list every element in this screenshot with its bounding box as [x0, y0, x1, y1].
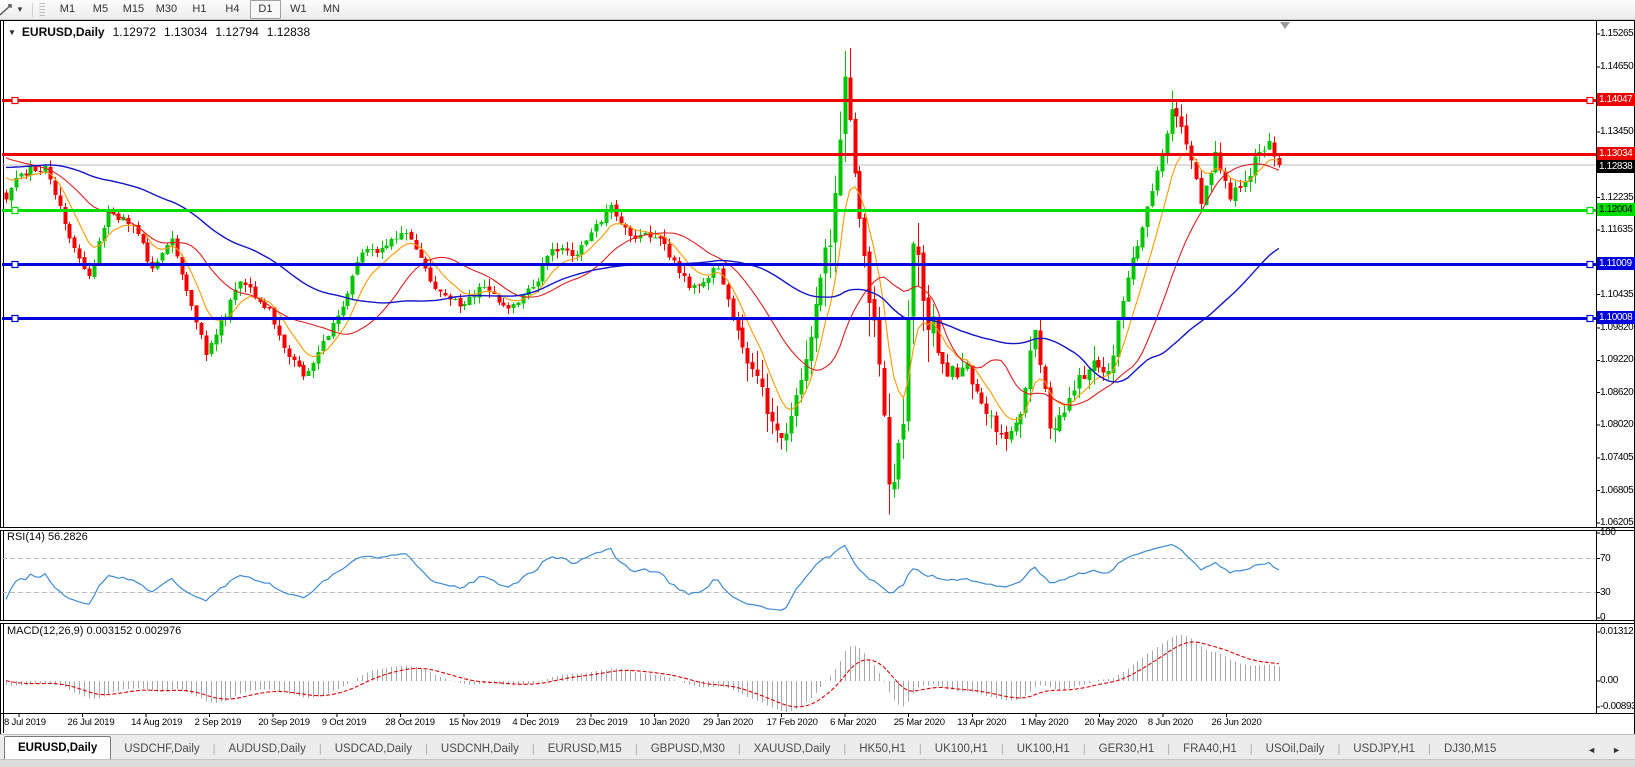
- rsi-line: [6, 545, 1279, 611]
- bull-candle-wicks: [12, 51, 1270, 498]
- mt4-application: { "toolbar": { "timeframes": ["M1","M5",…: [0, 0, 1635, 767]
- line-handle[interactable]: [12, 208, 18, 214]
- ma-line-sma50: [6, 165, 1279, 382]
- line-handle[interactable]: [1587, 98, 1593, 104]
- date-tick-label: 8 Jun 2020: [1148, 717, 1193, 728]
- line-handle[interactable]: [12, 262, 18, 268]
- date-tick-label: 20 Sep 2019: [258, 717, 310, 728]
- price-tick-label: 1.15265: [1600, 28, 1634, 40]
- date-tick-label: 13 Apr 2020: [957, 717, 1006, 728]
- date-tick-label: 6 Mar 2020: [830, 717, 876, 728]
- date-tick-label: 26 Jun 2020: [1211, 717, 1261, 728]
- chart-tab-usdcnh-daily[interactable]: USDCNH,Daily: [428, 739, 532, 760]
- ma-line-sma20: [6, 158, 1279, 405]
- price-label-1.12004: 1.12004: [1597, 203, 1635, 216]
- price-tick-label: 1.07405: [1600, 452, 1634, 464]
- macd-indicator-label: MACD(12,26,9) 0.003152 0.002976: [7, 625, 181, 637]
- chart-tab-uk100-h1[interactable]: UK100,H1: [922, 739, 1001, 760]
- rsi-tick-label: 30: [1600, 587, 1634, 599]
- price-tick-label: 1.06805: [1600, 485, 1634, 497]
- date-tick-label: 28 Oct 2019: [385, 717, 435, 728]
- line-handle[interactable]: [1587, 262, 1593, 268]
- price-tick-label: 1.11635: [1600, 224, 1634, 236]
- date-tick-label: 9 Oct 2019: [322, 717, 366, 728]
- line-handle[interactable]: [1587, 208, 1593, 214]
- tab-scroll-left-icon[interactable]: ◄: [1587, 745, 1596, 755]
- chart-tab-dj30-m15[interactable]: DJ30,M15: [1431, 739, 1509, 760]
- price-label-1.14047: 1.14047: [1597, 93, 1635, 106]
- date-tick-label: 26 Jul 2019: [68, 717, 115, 728]
- symbol-period-label: EURUSD,Daily: [22, 25, 105, 39]
- line-handle[interactable]: [12, 316, 18, 322]
- chart-tab-bar: EURUSD,DailyUSDCHF,Daily|AUDUSD,Daily|US…: [0, 734, 1635, 760]
- price-tick-label: 1.08020: [1600, 419, 1634, 431]
- title-collapse-icon[interactable]: ▼: [8, 28, 16, 37]
- price-tick-label: 1.14650: [1600, 61, 1634, 73]
- date-tick-label: 25 Mar 2020: [894, 717, 945, 728]
- macd-histogram: [7, 635, 1280, 712]
- macd-tick-label: 0.013123: [1600, 626, 1634, 638]
- ohlc-open: 1.12972: [113, 25, 156, 39]
- line-handle[interactable]: [12, 98, 18, 104]
- bear-candle-wicks: [7, 48, 1280, 515]
- ohlc-low: 1.12794: [215, 25, 258, 39]
- date-tick-label: 4 Dec 2019: [512, 717, 559, 728]
- chart-title: ▼ EURUSD,Daily 1.12972 1.13034 1.12794 1…: [8, 25, 310, 39]
- chart-tab-usdcad-daily[interactable]: USDCAD,Daily: [322, 739, 425, 760]
- date-tick-label: 23 Dec 2019: [576, 717, 628, 728]
- chart-tab-hk50-h1[interactable]: HK50,H1: [846, 739, 919, 760]
- rsi-tick-label: 0: [1600, 612, 1634, 624]
- price-tick-label: 1.09220: [1600, 354, 1634, 366]
- rsi-tick-label: 100: [1600, 527, 1634, 539]
- chart-tab-xauusd-daily[interactable]: XAUUSD,Daily: [741, 739, 844, 760]
- date-tick-label: 29 Jan 2020: [703, 717, 753, 728]
- date-tick-label: 10 Jan 2020: [640, 717, 690, 728]
- date-tick-label: 1 May 2020: [1021, 717, 1069, 728]
- ohlc-close: 1.12838: [267, 25, 310, 39]
- price-tick-label: 1.10435: [1600, 289, 1634, 301]
- price-tick-label: 1.13450: [1600, 126, 1634, 138]
- price-label-1.11009: 1.11009: [1597, 257, 1635, 270]
- rsi-tick-label: 70: [1600, 553, 1634, 565]
- price-tick-label: 1.12235: [1600, 192, 1634, 204]
- window-footer-strip: [0, 759, 1635, 767]
- chart-tab-eurusd-daily[interactable]: EURUSD,Daily: [4, 736, 111, 760]
- chart-tab-ger30-h1[interactable]: GER30,H1: [1086, 739, 1168, 760]
- bear-candle-bodies: [5, 77, 1282, 484]
- chart-tab-gbpusd-m30[interactable]: GBPUSD,M30: [638, 739, 738, 760]
- tab-scroll-right-icon[interactable]: ►: [1612, 745, 1621, 755]
- chart-tab-fra40-h1[interactable]: FRA40,H1: [1170, 739, 1250, 760]
- current-price-label: 1.12838: [1597, 160, 1635, 173]
- date-tick-label: 14 Aug 2019: [131, 717, 182, 728]
- chart-tab-eurusd-m15[interactable]: EURUSD,M15: [535, 739, 635, 760]
- macd-signal-line: [6, 642, 1279, 707]
- rsi-indicator-label: RSI(14) 56.2826: [7, 531, 88, 543]
- chart-tab-uk100-h1[interactable]: UK100,H1: [1004, 739, 1083, 760]
- tab-scroll-arrows: ◄ ►: [1587, 739, 1621, 760]
- chart-tab-audusd-daily[interactable]: AUDUSD,Daily: [216, 739, 319, 760]
- price-label-1.13034: 1.13034: [1597, 147, 1635, 160]
- chart-tab-usoil-daily[interactable]: USOil,Daily: [1253, 739, 1338, 760]
- chart-shift-marker-icon[interactable]: [1280, 22, 1290, 29]
- line-handle[interactable]: [1587, 316, 1593, 322]
- macd-tick-label: -0.00893: [1600, 701, 1634, 713]
- chart-canvas[interactable]: [0, 0, 1635, 767]
- bull-candle-bodies: [10, 76, 1272, 489]
- price-tick-label: 1.08620: [1600, 387, 1634, 399]
- date-tick-label: 8 Jul 2019: [4, 717, 46, 728]
- chart-tab-usdjpy-h1[interactable]: USDJPY,H1: [1340, 739, 1428, 760]
- ohlc-high: 1.13034: [164, 25, 207, 39]
- chart-tab-usdchf-daily[interactable]: USDCHF,Daily: [111, 739, 212, 760]
- date-tick-label: 15 Nov 2019: [449, 717, 501, 728]
- date-tick-label: 20 May 2020: [1084, 717, 1137, 728]
- date-tick-label: 2 Sep 2019: [195, 717, 242, 728]
- date-tick-label: 17 Feb 2020: [767, 717, 818, 728]
- price-label-1.10008: 1.10008: [1597, 311, 1635, 324]
- macd-tick-label: 0.00: [1600, 675, 1634, 687]
